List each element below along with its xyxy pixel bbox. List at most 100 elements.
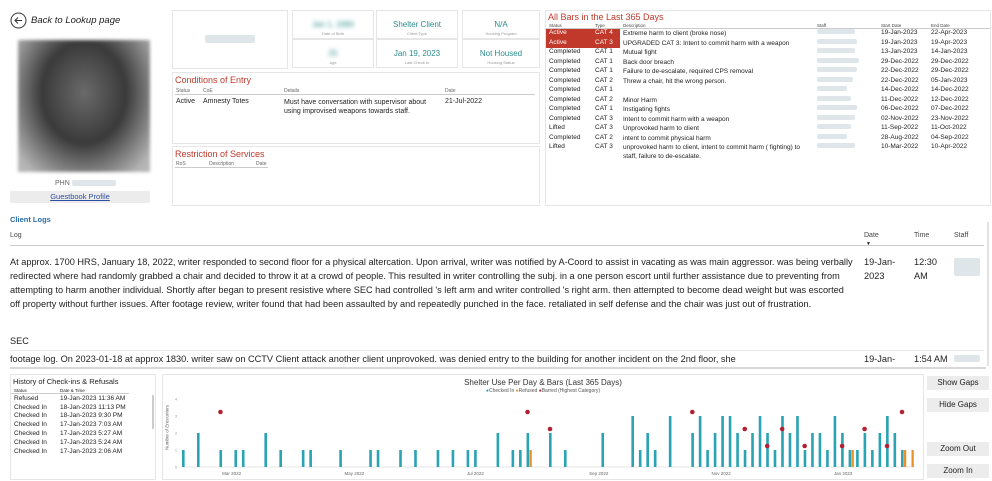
hide-gaps-button[interactable]: Hide Gaps — [927, 398, 989, 412]
kpi-card: Jan 19, 2023 Last Check In — [376, 39, 458, 68]
checked-in-bar — [736, 433, 739, 467]
bar-status: Completed — [549, 57, 581, 65]
condition-status: Active — [176, 98, 196, 105]
bar-status: Active — [546, 28, 592, 39]
bar-row[interactable]: Completed CAT 1 Failure to de-escalate, re… — [546, 67, 990, 77]
log-entry-1-text: At approx. 1700 HRS, January 18, 2022, w… — [10, 257, 853, 309]
bar-row[interactable]: Completed CAT 1 Instigating fights 06-Dec-2… — [546, 105, 990, 115]
bar-row[interactable]: Active CAT 4 Extreme harm to client (broke… — [546, 28, 990, 39]
shelter-use-chart: Shelter Use Per Day & Bars (Last 365 Day… — [162, 374, 924, 480]
back-to-lookup-link[interactable]: Back to Lookup page — [10, 12, 120, 29]
logs-header-date[interactable]: Date — [864, 232, 879, 239]
checked-in-bar — [751, 433, 754, 467]
bar-end-date: 10-Apr-2022 — [931, 143, 968, 150]
logs-scrollbar[interactable] — [10, 367, 986, 369]
checked-in-bar — [182, 450, 185, 467]
bar-end-date: 29-Dec-2022 — [931, 67, 969, 74]
bar-description: UPGRADED CAT 3: Intent to commit harm wi… — [623, 39, 790, 47]
bar-row[interactable]: Active CAT 3 UPGRADED CAT 3: Intent to com… — [546, 38, 990, 48]
checked-in-bar — [721, 416, 724, 467]
log-entry-1-time: 12:30 AM — [914, 257, 937, 281]
checked-in-bar — [841, 433, 844, 467]
barred-marker — [218, 409, 223, 415]
logs-header-staff[interactable]: Staff — [954, 232, 968, 239]
checkin-row: Checked In 17-Jan-2023 5:24 AM — [11, 438, 129, 447]
kpi-value: 25 — [328, 49, 338, 58]
checkins-scrollbar[interactable] — [152, 395, 154, 429]
checkin-datetime: 17-Jan-2023 7:03 AM — [60, 421, 123, 429]
checked-in-bar — [638, 450, 642, 467]
show-gaps-button[interactable]: Show Gaps — [927, 376, 989, 390]
checkin-datetime: 17-Jan-2023 2:06 AM — [60, 447, 123, 455]
checked-in-bar — [856, 450, 859, 467]
log-entry-1-date: 19-Jan-2023 — [864, 257, 896, 281]
checkin-status: Checked In — [14, 430, 47, 438]
bar-status: Active — [546, 38, 592, 48]
checkin-datetime: 18-Jan-2023 9:30 PM — [60, 412, 123, 420]
checkin-row: Checked In 17-Jan-2023 7:03 AM — [11, 420, 129, 429]
checked-in-bar — [264, 433, 268, 467]
bar-start-date: 02-Nov-2022 — [881, 114, 919, 122]
bar-end-date: 11-Oct-2022 — [931, 124, 967, 131]
checked-in-bar — [563, 450, 567, 467]
bar-row[interactable]: Completed CAT 3 Intent to commit harm with… — [546, 114, 990, 125]
guestbook-profile-link[interactable]: Guestbook Profile — [10, 191, 150, 203]
bar-type: CAT 1 — [595, 86, 613, 93]
guestbook-label: Guestbook Profile — [50, 192, 110, 201]
checked-in-bar — [436, 450, 440, 467]
bar-start-date: 06-Dec-2022 — [881, 105, 919, 112]
checkin-status: Checked In — [14, 438, 47, 446]
kpi-label: Last Check In — [404, 60, 430, 65]
zoom-out-button[interactable]: Zoom Out — [927, 442, 989, 456]
back-arrow-icon — [10, 12, 27, 29]
checked-in-bar — [766, 433, 769, 467]
bar-staff — [814, 143, 878, 161]
barred-marker — [525, 409, 530, 415]
bar-row[interactable]: Completed CAT 2 Minor Harm 11-Dec-2022 12-De… — [546, 95, 990, 106]
checked-in-bar — [698, 416, 702, 467]
bar-end-date: 22-Apr-2023 — [931, 29, 968, 36]
bar-row[interactable]: Completed CAT 1 Mutual fight 13-Jan-2023 14-… — [546, 48, 990, 58]
bars-title: All Bars in the Last 365 Days — [548, 12, 664, 22]
client-logs-title: Client Logs — [10, 215, 51, 224]
bar-row[interactable]: Completed CAT 2 Threw a chair, hit the wro… — [546, 76, 990, 87]
checkin-row: Checked In 18-Jan-2023 11:13 PM — [11, 403, 129, 412]
bar-staff — [814, 95, 878, 106]
bar-type: CAT 3 — [595, 114, 613, 122]
checked-in-bar — [788, 433, 792, 467]
bar-row[interactable]: Completed CAT 1 14-Dec-2022 14-Dec-2022 — [546, 86, 990, 96]
bar-row[interactable]: Completed CAT 2 intent to commit physical … — [546, 133, 990, 144]
bar-description: unprovoked harm to client, intent to com… — [623, 144, 801, 160]
bar-row[interactable]: Lifted CAT 3 Unprovoked harm to client 11-S… — [546, 124, 990, 134]
bar-description: Mutual fight — [623, 49, 657, 56]
checked-in-bar — [893, 433, 897, 467]
checked-in-bar — [301, 450, 305, 467]
refused-bar — [851, 450, 854, 467]
kpi-label: Client Type — [407, 31, 427, 36]
bar-row[interactable]: Lifted CAT 3 unprovoked harm to client, in… — [546, 143, 990, 161]
checked-in-bar — [451, 450, 455, 467]
kpi-card: Jan 1, 1990 Date of Birth — [292, 10, 374, 39]
bar-type: CAT 1 — [595, 57, 613, 65]
logs-header-time[interactable]: Time — [914, 232, 929, 239]
bar-row[interactable]: Completed CAT 1 Back door breach 29-Dec-202… — [546, 57, 990, 68]
bar-description: Back door breach — [623, 58, 674, 66]
barred-marker — [764, 443, 770, 449]
kpi-label: Date of Birth — [321, 31, 345, 36]
logs-vscroll[interactable] — [987, 222, 989, 366]
checked-in-bar — [773, 450, 777, 467]
zoom-in-button[interactable]: Zoom In — [927, 464, 989, 478]
bar-start-date: 13-Jan-2023 — [881, 48, 918, 55]
refused-bar — [904, 450, 907, 467]
checked-in-bar — [878, 433, 882, 467]
kpi-value: N/A — [494, 20, 508, 29]
bar-status: Completed — [549, 67, 581, 74]
checked-in-bar — [241, 450, 245, 467]
checked-in-bar — [781, 416, 784, 467]
kpi-card: Shelter Client Client Type — [376, 10, 458, 39]
x-tick-label: Jan 2023 — [834, 471, 853, 476]
barred-marker — [547, 426, 553, 432]
checked-in-bar — [871, 450, 874, 467]
bar-staff — [814, 76, 878, 87]
bar-staff — [814, 67, 878, 77]
